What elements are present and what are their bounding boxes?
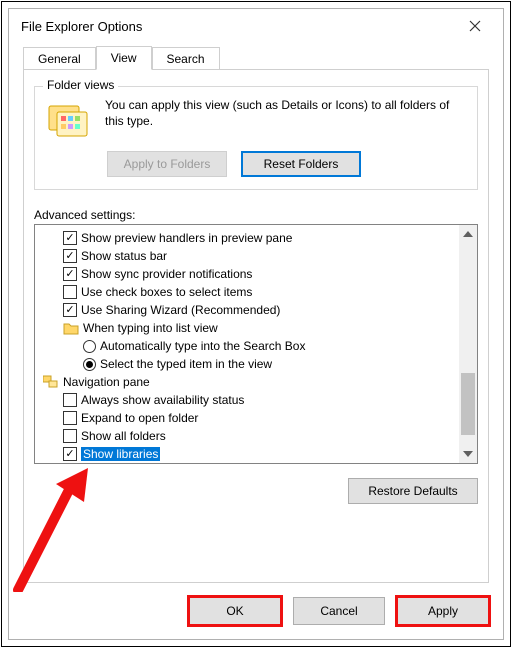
list-item-label: Select the typed item in the view: [100, 357, 272, 371]
tab-panel-view: Folder views You can apply this view (su…: [23, 69, 489, 583]
window-title: File Explorer Options: [21, 19, 455, 34]
scroll-thumb[interactable]: [461, 373, 475, 435]
apply-to-folders-button: Apply to Folders: [107, 151, 227, 177]
cancel-button[interactable]: Cancel: [293, 597, 385, 625]
checkbox-icon[interactable]: [63, 393, 77, 407]
checkbox-icon[interactable]: ✓: [63, 231, 77, 245]
close-icon: [469, 20, 481, 32]
list-item[interactable]: Show all folders: [43, 427, 457, 445]
advanced-settings-list: ✓ Show preview handlers in preview pane ✓ S…: [34, 224, 478, 464]
close-button[interactable]: [455, 12, 495, 40]
apply-button[interactable]: Apply: [397, 597, 489, 625]
checkbox-icon[interactable]: ✓: [63, 267, 77, 281]
checkbox-icon[interactable]: ✓: [63, 447, 77, 461]
list-item[interactable]: Select the typed item in the view: [43, 355, 457, 373]
list-item-label: Expand to open folder: [81, 411, 198, 425]
folder-views-legend: Folder views: [43, 78, 118, 92]
list-item-label: Use Sharing Wizard (Recommended): [81, 303, 280, 317]
checkbox-icon[interactable]: [63, 429, 77, 443]
tab-search[interactable]: Search: [152, 47, 220, 70]
scroll-up-icon[interactable]: [459, 225, 477, 243]
list-item-label: Show preview handlers in preview pane: [81, 231, 292, 245]
list-item[interactable]: ✓ Use Sharing Wizard (Recommended): [43, 301, 457, 319]
radio-icon[interactable]: [83, 340, 96, 353]
folder-views-group: Folder views You can apply this view (su…: [34, 86, 478, 190]
navpane-icon: [43, 374, 59, 390]
tab-row: General View Search: [9, 43, 503, 69]
tab-general[interactable]: General: [23, 47, 96, 70]
scroll-track[interactable]: [459, 243, 477, 445]
dialog-window: File Explorer Options General View Searc…: [8, 8, 504, 640]
checkbox-icon[interactable]: [63, 285, 77, 299]
list-item[interactable]: ✓ Show status bar: [43, 247, 457, 265]
list-item-label: Show all folders: [81, 429, 166, 443]
folder-icon: [63, 320, 79, 336]
scrollbar[interactable]: [459, 225, 477, 463]
ok-button[interactable]: OK: [189, 597, 281, 625]
checkbox-icon[interactable]: ✓: [63, 249, 77, 263]
list-item[interactable]: ✓ Show preview handlers in preview pane: [43, 229, 457, 247]
list-item[interactable]: Use check boxes to select items: [43, 283, 457, 301]
list-item-label: Automatically type into the Search Box: [100, 339, 305, 353]
restore-defaults-button[interactable]: Restore Defaults: [348, 478, 478, 504]
reset-folders-button[interactable]: Reset Folders: [241, 151, 361, 177]
checkbox-icon[interactable]: ✓: [63, 303, 77, 317]
list-item-label: Always show availability status: [81, 393, 244, 407]
list-item[interactable]: Automatically type into the Search Box: [43, 337, 457, 355]
list-item-label: Show sync provider notifications: [81, 267, 252, 281]
list-item-label: Use check boxes to select items: [81, 285, 252, 299]
list-item-label: Show libraries: [81, 447, 160, 461]
list-item: Navigation pane: [43, 373, 457, 391]
folder-views-description: You can apply this view (such as Details…: [105, 97, 467, 141]
list-item: When typing into list view: [43, 319, 457, 337]
checkbox-icon[interactable]: [63, 411, 77, 425]
list-content: ✓ Show preview handlers in preview pane ✓ S…: [35, 225, 459, 463]
list-item[interactable]: ✓ Show libraries: [43, 445, 457, 463]
radio-icon[interactable]: [83, 358, 96, 371]
list-item[interactable]: ✓ Show sync provider notifications: [43, 265, 457, 283]
list-item[interactable]: Always show availability status: [43, 391, 457, 409]
list-item-label: Show status bar: [81, 249, 167, 263]
dialog-buttons: OK Cancel Apply: [9, 583, 503, 639]
scroll-down-icon[interactable]: [459, 445, 477, 463]
list-item-label: When typing into list view: [83, 321, 218, 335]
list-item-label: Navigation pane: [63, 375, 150, 389]
folders-icon: [45, 97, 93, 141]
title-bar: File Explorer Options: [9, 9, 503, 43]
tab-view[interactable]: View: [96, 46, 152, 70]
list-item[interactable]: Expand to open folder: [43, 409, 457, 427]
advanced-settings-label: Advanced settings:: [34, 208, 478, 222]
